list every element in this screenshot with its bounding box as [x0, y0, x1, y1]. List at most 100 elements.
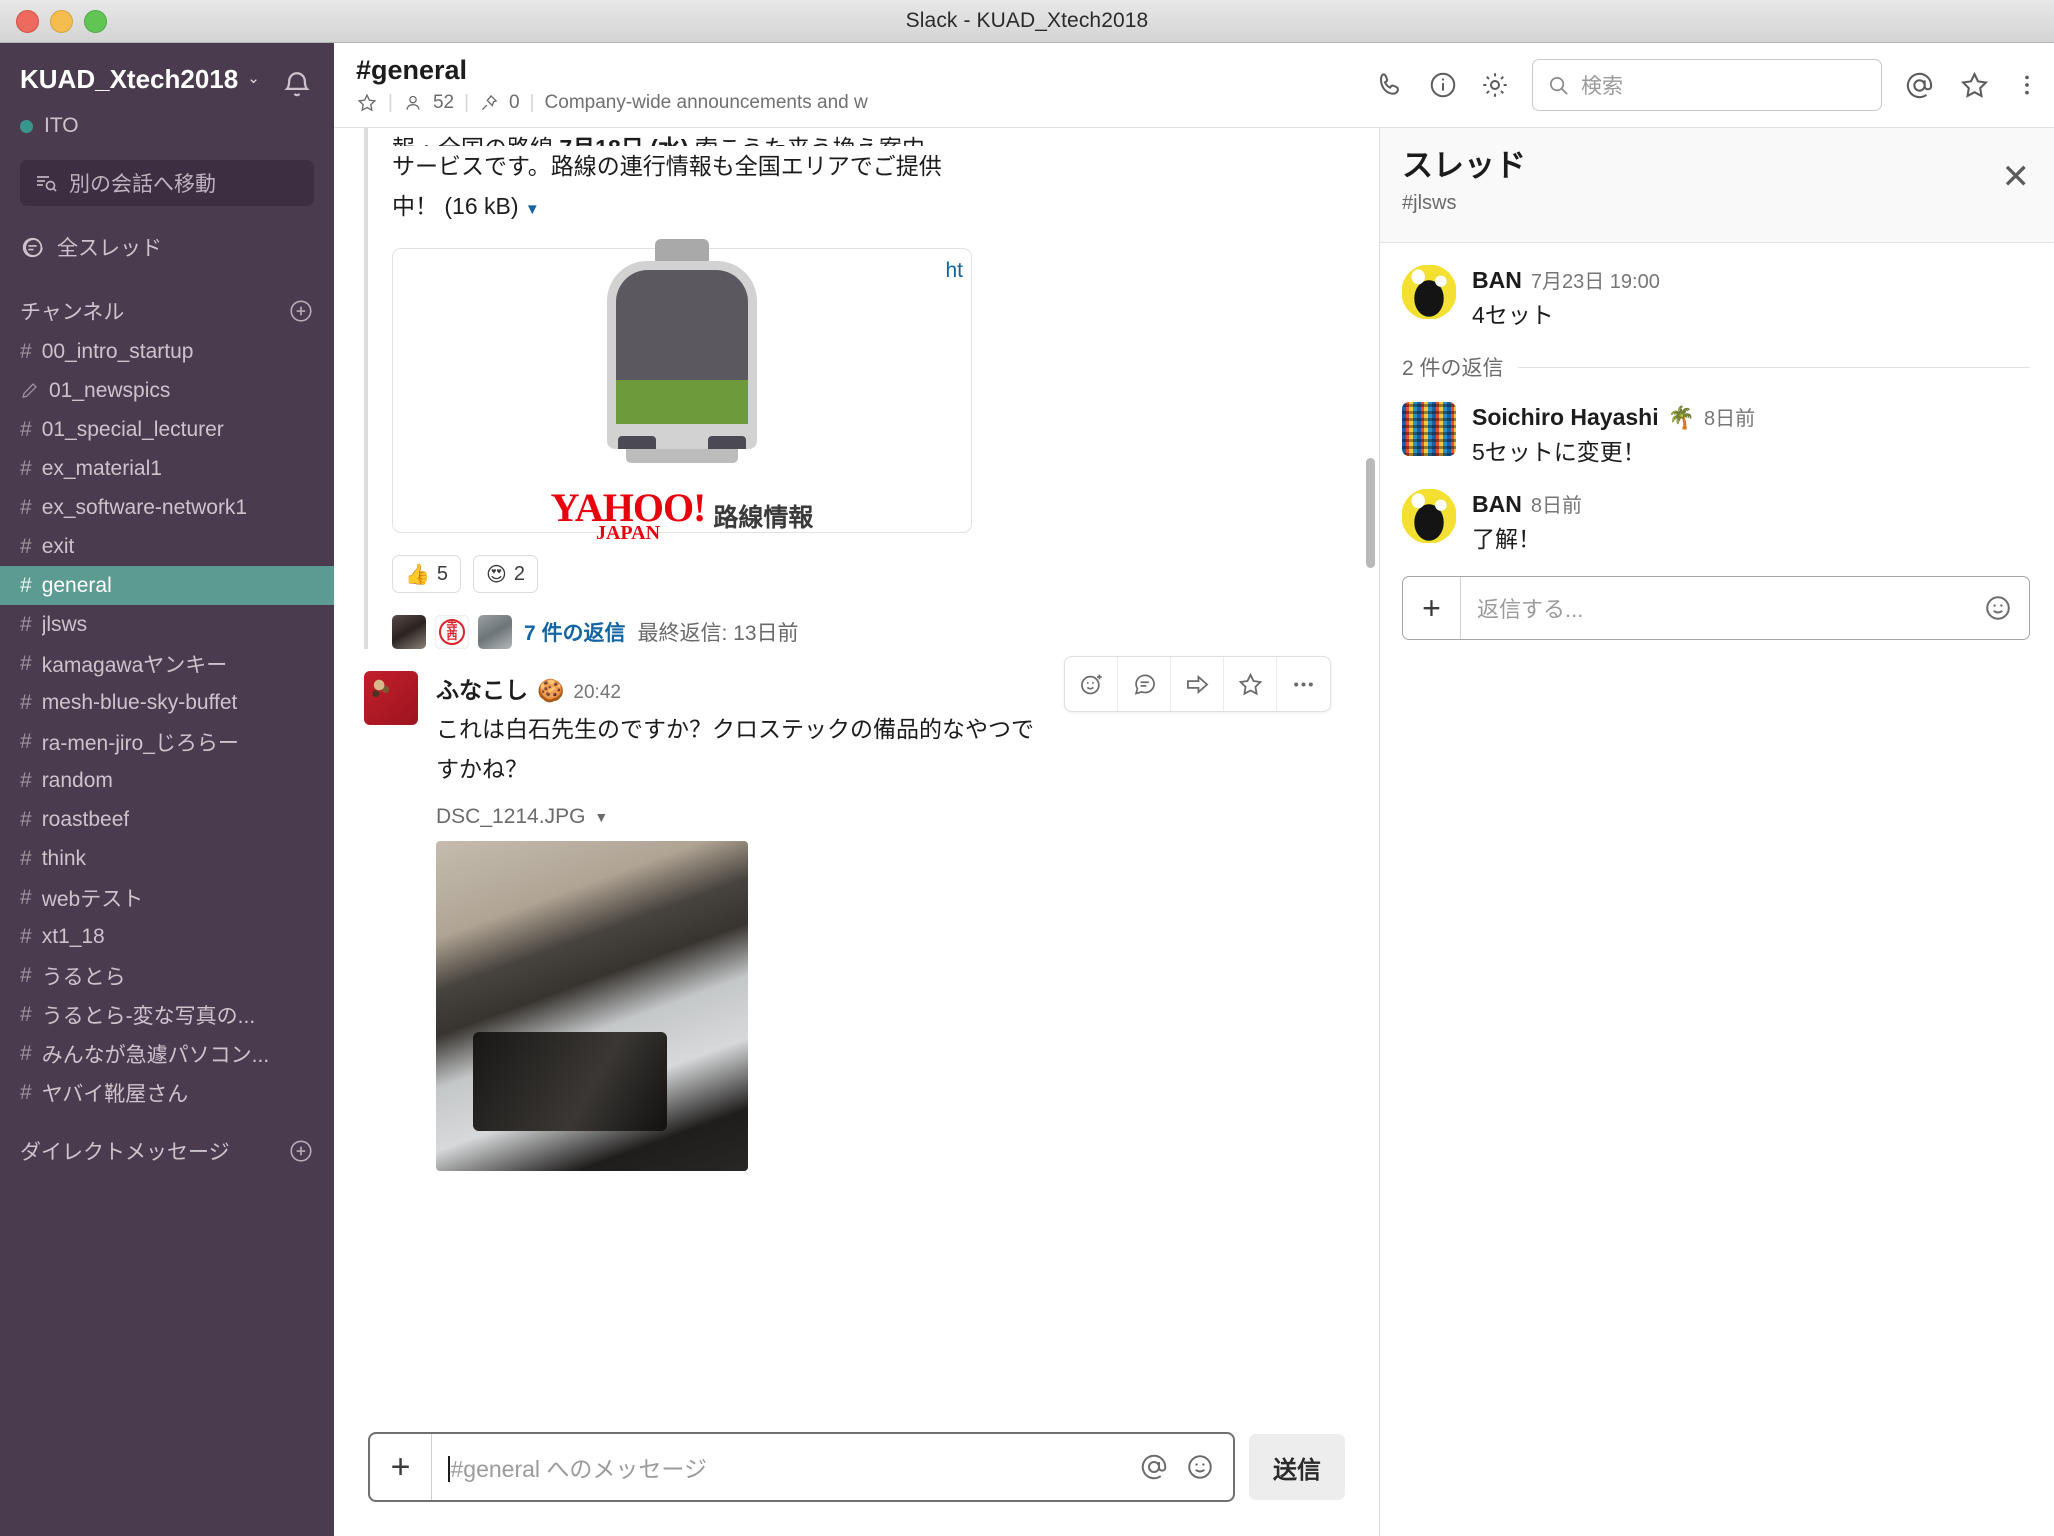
thread-composer-placeholder[interactable]: 返信する...	[1461, 592, 1983, 624]
sidebar-channel-mesh-blue-sky-buffet[interactable]: # mesh-blue-sky-buffet	[0, 683, 334, 722]
all-threads-button[interactable]: 全スレッド	[0, 232, 334, 262]
add-channel-button[interactable]	[288, 298, 314, 324]
thumbsup-reaction[interactable]: 👍 5	[392, 555, 462, 593]
person-icon[interactable]	[403, 93, 423, 113]
sidebar-channel-01_newspics[interactable]: 01_newspics	[0, 371, 334, 410]
star-message-icon[interactable]	[1224, 657, 1277, 711]
thread-root-author[interactable]: BAN	[1472, 267, 1522, 294]
sidebar-channel-webテスト[interactable]: # webテスト	[0, 878, 334, 917]
phone-icon[interactable]	[1376, 70, 1406, 100]
sidebar-channel-うるとら[interactable]: # うるとら	[0, 956, 334, 995]
hash-icon: #	[20, 924, 32, 948]
send-button[interactable]: 送信	[1249, 1434, 1345, 1500]
avatar[interactable]	[364, 671, 418, 725]
avatar[interactable]	[1402, 402, 1456, 456]
thread-reply: BAN 8日前 了解！	[1402, 489, 2030, 556]
attached-file-name[interactable]: DSC_1214.JPG ▼	[436, 805, 1349, 829]
sidebar-channel-みんなが急遽パソコン...[interactable]: # みんなが急遽パソコン...	[0, 1034, 334, 1073]
current-user[interactable]: ITO	[20, 114, 314, 138]
share-message-icon[interactable]	[1171, 657, 1224, 711]
close-icon[interactable]: ✕	[2002, 160, 2031, 242]
thread-reply-input[interactable]: + 返信する...	[1402, 576, 2030, 640]
thread-reply-author[interactable]: BAN	[1472, 491, 1522, 518]
sidebar-channel-jlsws[interactable]: # jlsws	[0, 605, 334, 644]
add-dm-button[interactable]	[288, 1138, 314, 1164]
yahoo-brand: YAHOO! JAPAN 路線情報	[551, 487, 814, 544]
dm-header-label: ダイレクトメッセージ	[20, 1141, 230, 1164]
sidebar-channel-exit[interactable]: # exit	[0, 527, 334, 566]
pins-count[interactable]: 0	[509, 92, 520, 114]
at-icon[interactable]	[1139, 1452, 1169, 1482]
channel-topic[interactable]: Company-wide announcements and w	[545, 92, 868, 114]
more-actions-icon[interactable]	[1277, 657, 1330, 711]
thread-root-timestamp[interactable]: 7月23日 19:00	[1531, 265, 1660, 294]
avatar	[392, 615, 426, 649]
gear-icon[interactable]	[1480, 70, 1510, 100]
channel-header: #general | 52 | 0 | Company-wide announc…	[334, 43, 2054, 128]
sidebar-channel-ex_software-network1[interactable]: # ex_software-network1	[0, 488, 334, 527]
thread-reply-timestamp[interactable]: 8日前	[1704, 402, 1755, 431]
sidebar-channel-roastbeef[interactable]: # roastbeef	[0, 800, 334, 839]
bell-icon[interactable]	[280, 69, 314, 103]
emoji-icon[interactable]	[1983, 593, 2029, 623]
plus-icon[interactable]: +	[370, 1434, 432, 1500]
heart-eyes-reaction[interactable]: 😍 2	[473, 555, 539, 593]
thread-channel-name[interactable]: #jlsws	[1402, 192, 1526, 215]
attachment-file-size: (16 kB)	[444, 193, 519, 219]
sidebar-channel-00_intro_startup[interactable]: #00_intro_startup	[0, 332, 334, 371]
message-author[interactable]: ふなこし	[436, 671, 528, 705]
meta-separator: |	[388, 92, 393, 114]
search-input[interactable]: 検索	[1532, 59, 1882, 111]
star-icon[interactable]	[356, 92, 378, 114]
sidebar-channel-label: webテスト	[41, 887, 144, 911]
thread-reply-author[interactable]: Soichiro Hayashi	[1472, 404, 1659, 431]
sidebar-channel-kamagawaヤンキー[interactable]: # kamagawaヤンキー	[0, 644, 334, 683]
team-switcher[interactable]: KUAD_Xtech2018 ⌄	[20, 65, 260, 94]
message-input-placeholder[interactable]: #general へのメッセージ	[432, 1450, 1139, 1484]
sidebar-channel-random[interactable]: # random	[0, 761, 334, 800]
messages-scroll-area[interactable]: 報・全国の路線 7月18日 (水) 索こうた来う換え案内 サービスです。路線の連…	[334, 128, 1379, 1415]
messages-scrollbar[interactable]	[1366, 458, 1375, 568]
emoji-icon[interactable]	[1185, 1452, 1215, 1482]
attachment-url-text[interactable]: ht	[945, 259, 963, 283]
attached-photo[interactable]	[436, 841, 748, 1171]
dm-section-header: ダイレクトメッセージ	[0, 1136, 334, 1166]
sidebar-channel-ヤバイ靴屋さん[interactable]: # ヤバイ靴屋さん	[0, 1073, 334, 1112]
sidebar-channel-ex_material1[interactable]: # ex_material1	[0, 449, 334, 488]
message-timestamp[interactable]: 20:42	[573, 682, 621, 704]
thread-summary[interactable]: 寺西 7 件の返信 最終返信: 13日前	[392, 615, 1379, 649]
jump-to-conversation-button[interactable]: 別の会話へ移動	[20, 160, 314, 206]
star-icon[interactable]	[1959, 70, 1990, 101]
avatar[interactable]	[1402, 489, 1456, 543]
plus-icon[interactable]: +	[1403, 577, 1461, 639]
sidebar-channel-ra-men-jiro_じろらー[interactable]: # ra-men-jiro_じろらー	[0, 722, 334, 761]
triangle-down-icon[interactable]: ▼	[525, 201, 540, 218]
members-count[interactable]: 52	[433, 92, 454, 114]
add-reaction-icon[interactable]	[1065, 657, 1118, 711]
pin-icon[interactable]	[479, 93, 499, 113]
attachment-text: 報・全国の路線 7月18日 (水) 索こうた来う換え案内 サービスです。路線の連…	[364, 128, 1379, 230]
at-icon[interactable]	[1904, 70, 1935, 101]
triangle-down-icon[interactable]: ▼	[594, 809, 608, 825]
sidebar-channel-label: kamagawaヤンキー	[41, 653, 228, 677]
more-vertical-icon[interactable]	[2014, 72, 2040, 98]
sidebar-channel-think[interactable]: # think	[0, 839, 334, 878]
thread-reply-timestamp[interactable]: 8日前	[1531, 489, 1582, 518]
current-user-name: ITO	[44, 114, 79, 137]
sidebar-channel-xt1_18[interactable]: # xt1_18	[0, 917, 334, 956]
hash-icon: #	[20, 885, 32, 909]
sidebar-channel-01_special_lecturer[interactable]: #01_special_lecturer	[0, 410, 334, 449]
sidebar-channel-うるとら-変な写真の...[interactable]: # うるとら-変な写真の...	[0, 995, 334, 1034]
avatar[interactable]	[1402, 265, 1456, 319]
message-text-line-2: すかね？	[436, 756, 528, 782]
sidebar-channel-general[interactable]: # general	[0, 566, 334, 605]
info-icon[interactable]	[1428, 70, 1458, 100]
channel-title[interactable]: #general	[356, 55, 868, 86]
message-input[interactable]: + #general へのメッセージ	[368, 1432, 1235, 1502]
yahoo-route-card[interactable]: ht YAHOO! JAPAN 路線情報	[392, 238, 972, 543]
sidebar-channel-label: うるとら	[41, 965, 126, 989]
thread-reply-count[interactable]: 7 件の返信	[524, 617, 626, 647]
channel-list: #00_intro_startup 01_newspics #01_special_…	[0, 332, 334, 1112]
yahoo-japan-text: JAPAN	[595, 521, 661, 544]
reply-in-thread-icon[interactable]	[1118, 657, 1171, 711]
